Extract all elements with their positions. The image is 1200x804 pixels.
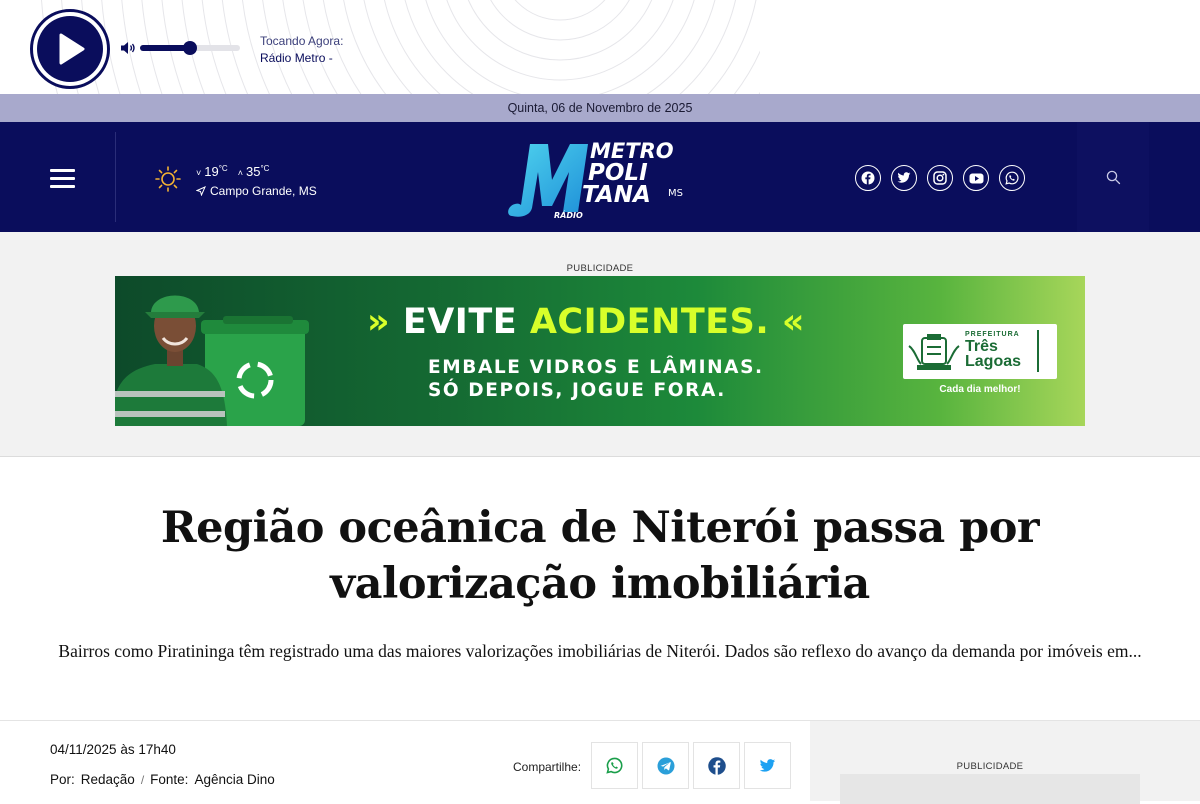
share-telegram-button[interactable] <box>642 742 689 789</box>
ad-sponsor-divider <box>1037 330 1039 372</box>
article-date: 04/11/2025 às 17h40 <box>50 742 176 757</box>
weather-location: Campo Grande, MS <box>196 184 317 198</box>
now-playing-station: Rádio Metro - <box>260 51 333 65</box>
play-button-disc <box>37 16 103 82</box>
volume-slider-handle[interactable] <box>183 41 197 55</box>
search-icon <box>1106 170 1120 184</box>
ad-banner[interactable]: » EVITE ACIDENTES. « EMBALE VIDROS E LÂM… <box>115 276 1085 426</box>
date-bar: Quinta, 06 de Novembro de 2025 <box>0 94 1200 122</box>
article-byline: Por: Redação / Fonte: Agência Dino <box>50 772 275 787</box>
ad-sponsor-motto: Cada dia melhor! <box>939 384 1021 395</box>
volume-slider[interactable] <box>140 41 240 55</box>
byline-separator: / <box>140 772 145 787</box>
ad-section: PUBLICIDADE » EVITE ACIDENTES. « EMBALE … <box>0 232 1200 457</box>
chevron-down-icon: ˅ <box>196 168 202 178</box>
share-buttons <box>591 742 791 789</box>
volume-icon[interactable] <box>120 41 136 55</box>
telegram-icon <box>657 757 674 774</box>
ad-subtext-line-1: EMBALE VIDROS E LÂMINAS. <box>428 357 764 378</box>
whatsapp-icon <box>606 757 623 774</box>
logo-line-3: TANA <box>582 182 651 208</box>
ad-headline-chevrons-right: « <box>781 302 805 342</box>
now-playing-label: Tocando Agora: <box>260 34 344 48</box>
logo-radio: RÁDIO <box>554 209 583 220</box>
facebook-icon <box>707 756 726 775</box>
whatsapp-icon <box>1005 171 1019 185</box>
social-links <box>855 165 1025 191</box>
twitter-icon <box>897 172 911 183</box>
article-title: Região oceânica de Niterói passa por val… <box>0 500 1200 612</box>
article-meta-row: 04/11/2025 às 17h40 Por: Redação / Fonte… <box>0 720 1200 804</box>
weather-temperatures: ˅ 19°C ˄ 35°C <box>196 164 269 179</box>
menu-icon-bar <box>50 177 75 180</box>
sun-icon <box>155 166 181 192</box>
share-label: Compartilhe: <box>513 760 582 774</box>
instagram-icon <box>933 171 947 185</box>
youtube-icon <box>969 173 983 183</box>
site-logo[interactable]: METRO POLI TANA MS RÁDIO <box>508 132 698 222</box>
weather-city: Campo Grande, MS <box>210 184 317 198</box>
chevron-up-icon: ˄ <box>237 168 243 178</box>
ad-label: PUBLICIDADE <box>566 263 634 274</box>
source-label: Fonte: <box>150 772 189 787</box>
header-divider <box>115 132 116 222</box>
share-whatsapp-button[interactable] <box>591 742 638 789</box>
article-title-line-2: valorização imobiliária <box>330 559 870 609</box>
play-button[interactable] <box>30 9 110 89</box>
ad-headline-word-1: EVITE <box>402 302 518 342</box>
radio-player-bar: Tocando Agora: Rádio Metro - <box>0 0 1200 94</box>
ad-headline: » EVITE ACIDENTES. « <box>367 302 805 342</box>
menu-icon-bar <box>50 169 75 172</box>
twitter-link[interactable] <box>891 165 917 191</box>
ad-headline-word-2: ACIDENTES. <box>529 302 770 342</box>
ad-subtext-line-2: SÓ DEPOIS, JOGUE FORA. <box>428 380 726 401</box>
logo-state: MS <box>668 188 683 199</box>
article-title-line-1: Região oceânica de Niterói passa por <box>160 503 1040 553</box>
city-crest-icon <box>908 334 960 370</box>
twitter-icon <box>759 758 776 772</box>
search-button[interactable] <box>1077 122 1149 232</box>
site-header: ˅ 19°C ˄ 35°C Campo Grande, MS METRO POLI … <box>0 122 1200 232</box>
ad-sponsor-name: Três Lagoas <box>965 338 1022 370</box>
facebook-link[interactable] <box>855 165 881 191</box>
ad-headline-chevrons-left: » <box>367 302 391 342</box>
share-twitter-button[interactable] <box>744 742 791 789</box>
sidebar-ad-area: PUBLICIDADE <box>810 721 1200 804</box>
sidebar-ad-label: PUBLICIDADE <box>956 761 1024 772</box>
location-arrow-icon <box>196 186 206 196</box>
temp-min: ˅ 19°C <box>196 164 228 179</box>
ad-sponsor-label: PREFEITURA <box>965 331 1020 338</box>
play-icon <box>59 33 85 65</box>
menu-button[interactable] <box>50 169 75 188</box>
byline-author[interactable]: Redação <box>81 772 135 787</box>
instagram-link[interactable] <box>927 165 953 191</box>
facebook-icon <box>861 171 875 185</box>
ad-sponsor-card: PREFEITURA Três Lagoas <box>903 324 1057 379</box>
current-date: Quinta, 06 de Novembro de 2025 <box>507 101 693 115</box>
temp-max: ˄ 35°C <box>237 164 270 179</box>
byline-label: Por: <box>50 772 75 787</box>
ad-subtext: EMBALE VIDROS E LÂMINAS. SÓ DEPOIS, JOGU… <box>428 356 764 402</box>
worker-illustration <box>115 295 309 426</box>
whatsapp-link[interactable] <box>999 165 1025 191</box>
article-summary: Bairros como Piratininga têm registrado … <box>58 641 1142 661</box>
youtube-link[interactable] <box>963 165 989 191</box>
menu-icon-bar <box>50 185 75 188</box>
decorative-wave-pattern <box>41 0 760 94</box>
share-facebook-button[interactable] <box>693 742 740 789</box>
source-name: Agência Dino <box>194 772 275 787</box>
